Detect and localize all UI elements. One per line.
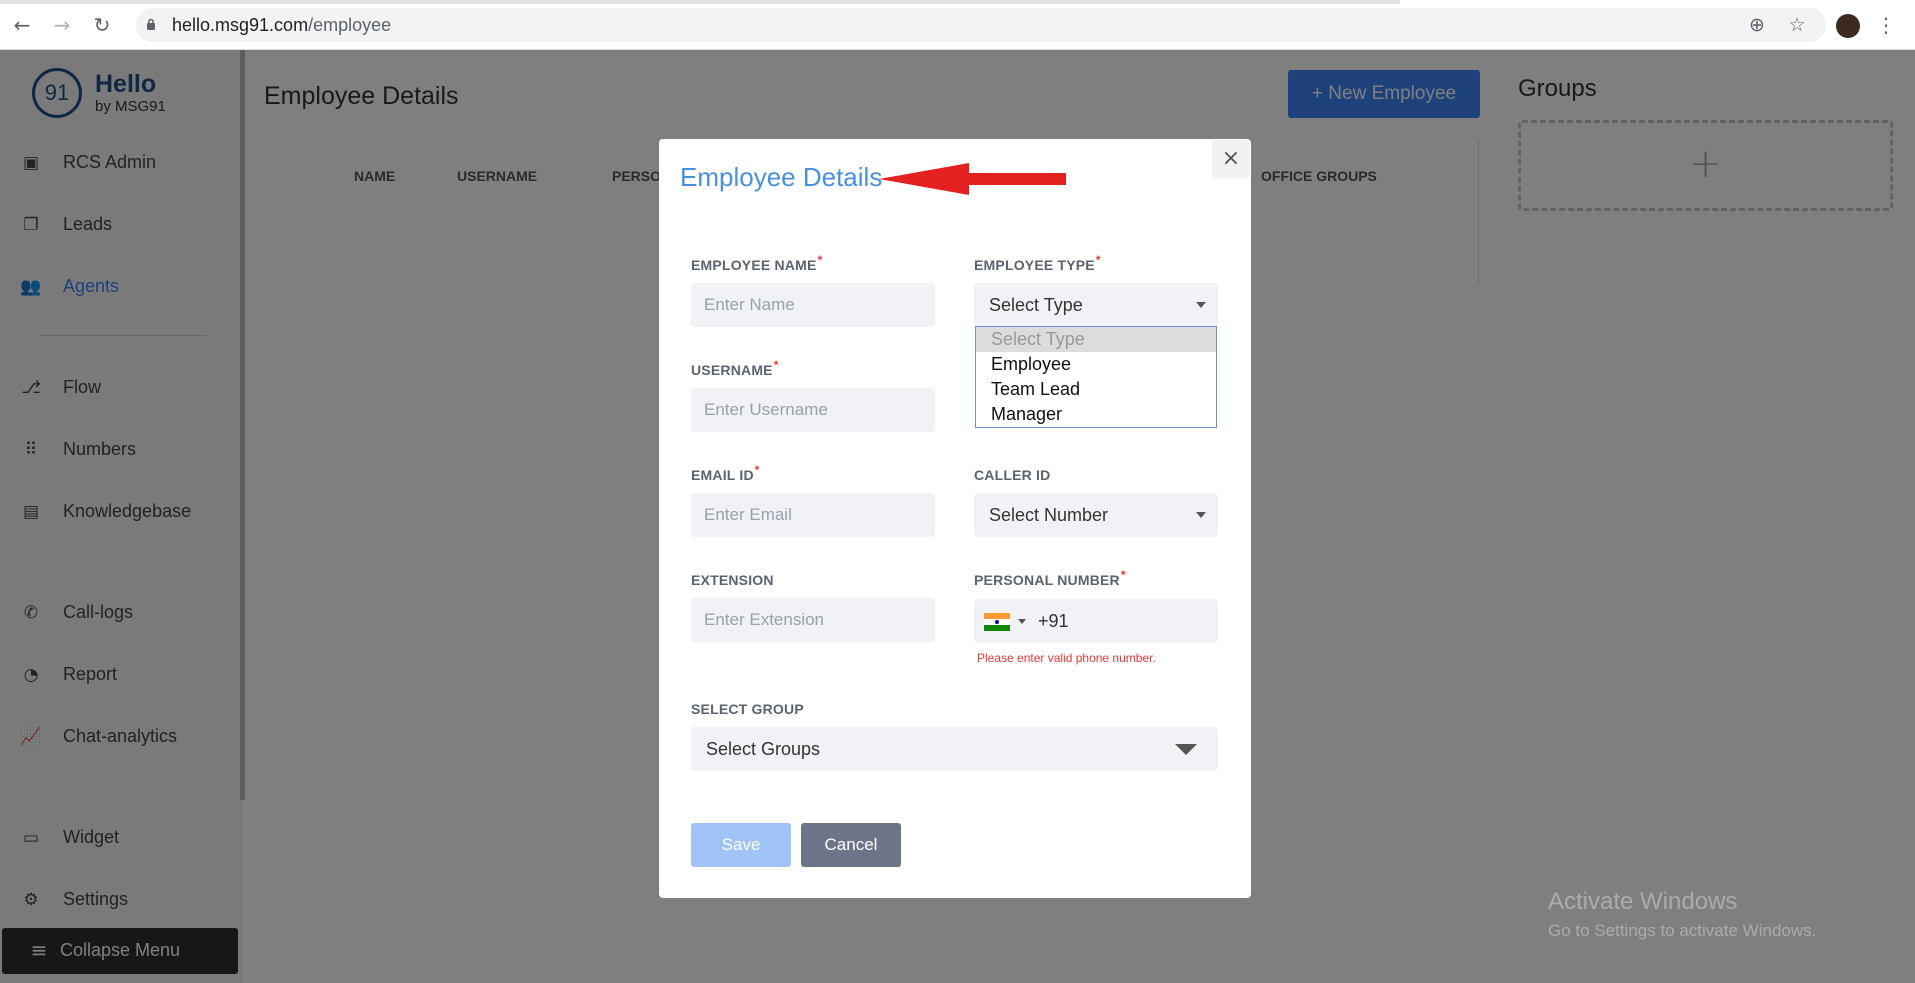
modal-title: Employee Details	[680, 162, 883, 192]
chevron-down-icon[interactable]	[1018, 619, 1026, 624]
personal-number-input[interactable]: +91	[974, 599, 1218, 643]
windows-activation-subtitle: Go to Settings to activate Windows.	[1548, 921, 1817, 940]
browser-menu-icon[interactable]: ⋮	[1876, 12, 1896, 38]
extension-label: EXTENSION	[691, 572, 774, 588]
add-to-home-icon[interactable]: ⊕	[1745, 13, 1769, 37]
employee-type-dropdown: Select Type Employee Team Lead Manager	[975, 326, 1217, 428]
tab-strip	[0, 0, 1400, 4]
caller-id-select[interactable]: Select Number	[974, 493, 1218, 537]
phone-error-message: Please enter valid phone number.	[977, 651, 1156, 665]
chevron-down-icon	[1196, 302, 1206, 308]
email-input[interactable]: Enter Email	[691, 493, 935, 537]
red-arrow-annotation	[879, 163, 1066, 195]
employee-name-input[interactable]: Enter Name	[691, 283, 935, 327]
dropdown-option-employee[interactable]: Employee	[976, 352, 1216, 377]
dial-code: +91	[1038, 611, 1069, 631]
dropdown-option-select-type[interactable]: Select Type	[976, 327, 1216, 352]
caller-id-label: CALLER ID	[974, 467, 1051, 483]
employee-type-label: EMPLOYEE TYPE*	[974, 253, 1101, 273]
select-group-label: SELECT GROUP	[691, 701, 804, 717]
select-groups-dropdown[interactable]: Select Groups	[691, 727, 1218, 771]
chevron-down-icon	[1196, 512, 1206, 518]
dropdown-option-team-lead[interactable]: Team Lead	[976, 377, 1216, 402]
close-icon: ×	[1221, 146, 1241, 171]
employee-details-modal: Employee Details × EMPLOYEE NAME* Enter …	[659, 139, 1251, 898]
employee-name-label: EMPLOYEE NAME*	[691, 253, 823, 273]
username-input[interactable]: Enter Username	[691, 388, 935, 432]
save-button[interactable]: Save	[691, 823, 791, 867]
personal-number-label: PERSONAL NUMBER*	[974, 568, 1126, 588]
forward-arrow-icon[interactable]: →	[50, 13, 74, 37]
browser-toolbar: ← → ↻ hello.msg91.com/employee ⊕ ☆ ⋮	[0, 0, 1915, 50]
email-label: EMAIL ID*	[691, 463, 760, 483]
employee-type-select[interactable]: Select Type	[974, 283, 1218, 327]
dropdown-option-manager[interactable]: Manager	[976, 402, 1216, 427]
close-modal-button[interactable]: ×	[1212, 140, 1250, 178]
chevron-down-icon	[1175, 744, 1197, 755]
india-flag-icon[interactable]	[984, 613, 1010, 631]
extension-input[interactable]: Enter Extension	[691, 598, 935, 642]
lock-icon	[147, 18, 155, 30]
url-text[interactable]: hello.msg91.com/employee	[172, 15, 391, 36]
profile-avatar[interactable]	[1836, 14, 1860, 38]
cancel-button[interactable]: Cancel	[801, 823, 901, 867]
username-label: USERNAME*	[691, 358, 779, 378]
windows-activation-title: Activate Windows	[1548, 888, 1738, 915]
back-arrow-icon[interactable]: ←	[10, 13, 34, 37]
reload-icon[interactable]: ↻	[90, 13, 114, 37]
bookmark-star-icon[interactable]: ☆	[1785, 13, 1809, 37]
